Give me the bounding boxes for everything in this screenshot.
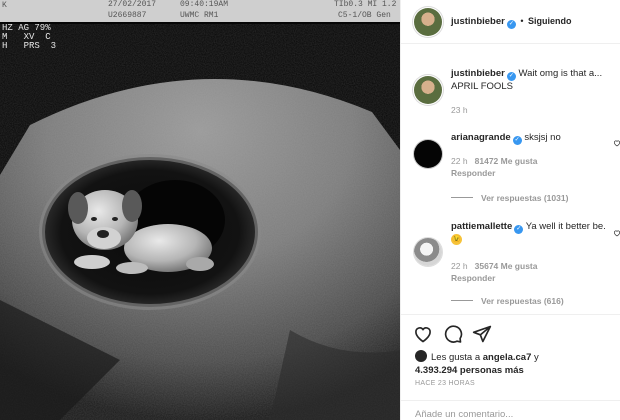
comment-time[interactable]: 22 h: [451, 156, 468, 166]
verified-icon: ✓: [512, 136, 522, 145]
comment-item: arianagrande ✓ sksjsj no 22 h 81472 Me gu…: [401, 126, 620, 206]
us-top-left: K: [2, 1, 7, 10]
us-time: 09:40:19AM: [180, 0, 229, 9]
us-index: TIb0.3 MI 1.2: [334, 0, 397, 9]
us-probe: C5-1/OB Gen: [338, 11, 391, 20]
liker-avatar[interactable]: [415, 350, 427, 362]
ultrasound-settings: HZ AG 79% M XV C H PRS 3: [2, 24, 56, 51]
author-avatar[interactable]: [414, 8, 442, 36]
commenter-avatar[interactable]: [414, 140, 442, 168]
comment-likes[interactable]: 35674 Me gusta: [475, 261, 538, 271]
verified-icon: ✓: [506, 20, 516, 29]
us-date: 27/02/2017: [108, 0, 157, 9]
reply-button[interactable]: Responder: [451, 168, 495, 178]
post-header: justinbieber ✓ • Siguiendo: [401, 0, 620, 44]
caption-username[interactable]: justinbieber: [451, 68, 505, 79]
comment-meta: 22 h 81472 Me gusta: [451, 156, 537, 166]
comment-body: pattiemallette ✓ Ya well it better be. 😉: [451, 221, 613, 249]
ultrasound-header-bar: K 27/02/2017 U2669887 09:40:19AM UWMC RM…: [0, 0, 400, 22]
wink-emoji: 😉: [451, 234, 462, 245]
add-comment-input[interactable]: Añade un comentario...: [415, 409, 513, 420]
like-comment-heart-icon[interactable]: [613, 138, 620, 148]
like-heart-icon[interactable]: [413, 324, 433, 344]
view-replies-label: Ver respuestas (1031): [481, 193, 569, 203]
us-patient-id: U2669887: [108, 11, 147, 20]
commenter-username[interactable]: arianagrande: [451, 132, 511, 143]
header-line: justinbieber ✓ • Siguiendo: [451, 16, 572, 29]
post-actions-bar: [401, 314, 620, 350]
comment-body: arianagrande ✓ sksjsj no: [451, 132, 613, 145]
commenter-username[interactable]: pattiemallette: [451, 221, 512, 232]
comment-bubble-icon[interactable]: [443, 324, 463, 344]
reply-button[interactable]: Responder: [451, 273, 495, 283]
caption-body: justinbieber ✓ Wait omg is that a... APRI…: [451, 68, 613, 93]
post-side-panel: justinbieber ✓ • Siguiendo justinbieber ✓ …: [400, 0, 620, 420]
view-replies-label: Ver respuestas (616): [481, 296, 564, 306]
replies-divider: [451, 300, 473, 301]
author-username[interactable]: justinbieber: [451, 16, 505, 27]
us-clinic: UWMC RM1: [180, 11, 219, 20]
us-setting-line: H PRS 3: [2, 41, 57, 51]
likes-summary: Les gusta a angela.ca7 y 4.393.294 perso…: [415, 350, 615, 377]
comment-time[interactable]: 22 h: [451, 261, 468, 271]
comment-text: sksjsj no: [524, 132, 561, 143]
likes-prefix: Les gusta a: [431, 352, 481, 363]
liker-username[interactable]: angela.ca7: [483, 352, 532, 363]
comment-item: pattiemallette ✓ Ya well it better be. 😉 …: [401, 214, 620, 306]
following-button[interactable]: Siguiendo: [528, 16, 572, 26]
ultrasound-scan-graphic: [0, 60, 400, 420]
share-icon[interactable]: [472, 324, 492, 344]
verified-icon: ✓: [514, 225, 524, 234]
view-replies-button[interactable]: Ver respuestas (1031): [451, 193, 568, 203]
post-image[interactable]: K 27/02/2017 U2669887 09:40:19AM UWMC RM…: [0, 0, 400, 420]
caption-avatar[interactable]: [414, 76, 442, 104]
like-comment-heart-icon[interactable]: [613, 228, 620, 238]
comment-likes[interactable]: 81472 Me gusta: [475, 156, 538, 166]
likes-count[interactable]: 4.393.294 personas más: [415, 365, 524, 376]
comment-text: Ya well it better be.: [525, 221, 606, 232]
replies-divider: [451, 197, 473, 198]
view-replies-button[interactable]: Ver respuestas (616): [451, 296, 564, 306]
comment-meta: 22 h 35674 Me gusta: [451, 261, 537, 271]
add-comment-bar: Añade un comentario...: [401, 400, 620, 420]
post-timestamp[interactable]: HACE 23 HORAS: [415, 380, 475, 387]
verified-icon: ✓: [506, 72, 516, 81]
separator-dot: •: [520, 16, 524, 26]
likes-conj: y: [534, 352, 539, 363]
caption: justinbieber ✓ Wait omg is that a... APRI…: [401, 58, 620, 118]
caption-time[interactable]: 23 h: [451, 105, 468, 115]
commenter-avatar[interactable]: [414, 238, 442, 266]
